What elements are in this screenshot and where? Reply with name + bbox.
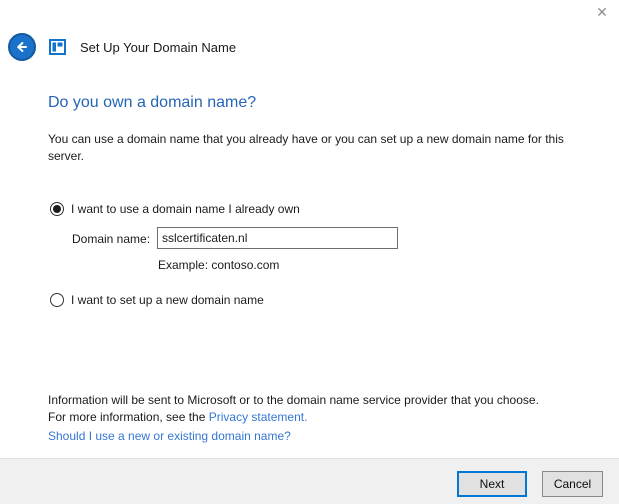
- intro-text: You can use a domain name that you alrea…: [48, 132, 564, 163]
- close-icon[interactable]: ✕: [593, 3, 611, 21]
- domain-example-text: Example: contoso.com: [158, 258, 280, 272]
- next-button[interactable]: Next: [457, 471, 527, 497]
- radio-label-new-domain: I want to set up a new domain name: [71, 293, 264, 307]
- domain-wizard-icon: [49, 39, 66, 55]
- domain-name-label: Domain name:: [72, 232, 151, 246]
- radio-label-existing-domain: I want to use a domain name I already ow…: [71, 202, 300, 216]
- privacy-info-line1: Information will be sent to Microsoft or…: [48, 393, 539, 407]
- wizard-header: Set Up Your Domain Name: [8, 32, 236, 62]
- privacy-info-line2: For more information, see the Privacy st…: [48, 409, 588, 426]
- radio-icon-new-domain[interactable]: [50, 293, 64, 307]
- domain-name-input[interactable]: [157, 227, 398, 249]
- privacy-statement-link[interactable]: Privacy statement: [209, 410, 304, 424]
- cancel-button[interactable]: Cancel: [542, 471, 603, 497]
- wizard-title: Set Up Your Domain Name: [80, 39, 237, 55]
- page-heading: Do you own a domain name?: [48, 94, 257, 111]
- radio-icon-existing-domain[interactable]: [50, 202, 64, 216]
- back-arrow-icon: [14, 39, 30, 55]
- radio-option-existing-domain[interactable]: I want to use a domain name I already ow…: [48, 202, 300, 216]
- privacy-info-line2-suffix: .: [304, 410, 308, 424]
- domain-help-link[interactable]: Should I use a new or existing domain na…: [48, 429, 291, 443]
- back-button[interactable]: [8, 33, 36, 61]
- footer-bar: Next Cancel: [0, 458, 619, 504]
- privacy-info-text: Information will be sent to Microsoft or…: [48, 392, 588, 426]
- domain-setup-wizard-window: ✕ Set Up Your Domain Name Do you own a d…: [0, 0, 619, 504]
- radio-option-new-domain[interactable]: I want to set up a new domain name: [48, 293, 264, 307]
- privacy-info-line2-prefix: For more information, see the: [48, 410, 209, 424]
